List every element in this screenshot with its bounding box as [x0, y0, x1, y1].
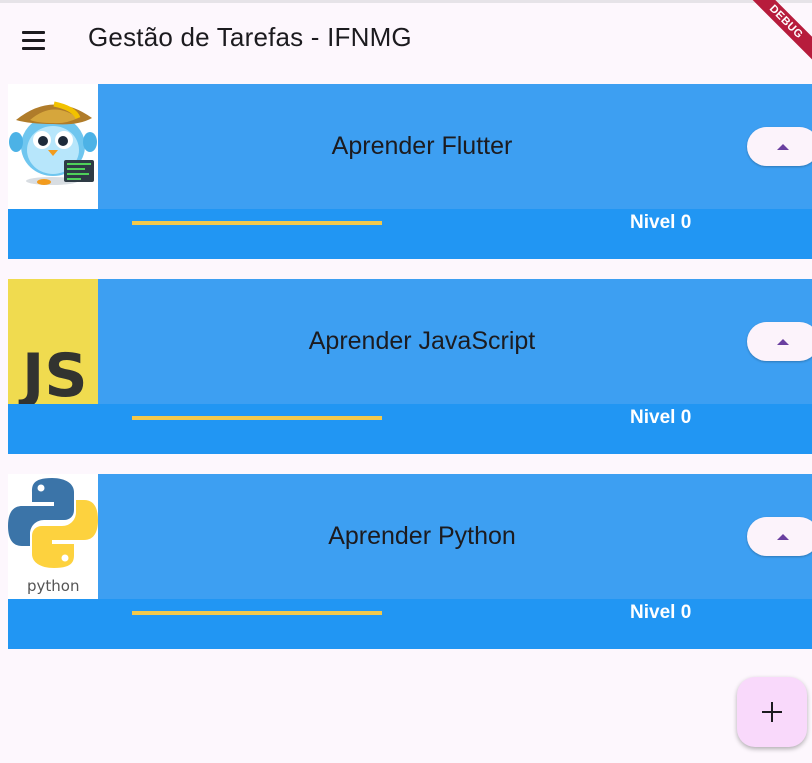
menu-icon[interactable] — [14, 21, 52, 59]
task-title: Aprender Flutter — [331, 132, 513, 160]
level-label: Nivel 0 — [630, 407, 692, 428]
task-card-javascript: JS Aprender JavaScript Nivel 0 — [8, 279, 812, 454]
arrow-up-icon — [777, 143, 789, 150]
level-up-button[interactable] — [747, 517, 812, 556]
python-logo-image: python — [8, 474, 98, 599]
card-footer: Nivel 0 — [8, 404, 812, 454]
progress-bar — [132, 611, 382, 615]
js-logo-text: JS — [18, 341, 88, 404]
card-footer: Nivel 0 — [8, 209, 812, 259]
flutter-dash-image — [8, 84, 98, 209]
level-label: Nivel 0 — [630, 602, 692, 623]
task-title: Aprender Python — [328, 522, 516, 550]
arrow-up-icon — [777, 338, 789, 345]
app-title: Gestão de Tarefas - IFNMG — [88, 22, 412, 52]
card-footer: Nivel 0 — [8, 599, 812, 649]
plus-icon — [762, 702, 782, 722]
progress-bar — [132, 416, 382, 420]
python-logo-text: python — [27, 577, 79, 595]
level-up-button[interactable] — [747, 322, 812, 361]
task-card-flutter: Aprender Flutter Nivel 0 — [8, 84, 812, 259]
add-task-button[interactable] — [737, 677, 807, 747]
level-label: Nivel 0 — [630, 212, 692, 233]
task-title: Aprender JavaScript — [308, 327, 536, 355]
javascript-logo-image: JS — [8, 279, 98, 404]
progress-bar — [132, 221, 382, 225]
app-bar: Gestão de Tarefas - IFNMG — [0, 3, 812, 75]
level-up-button[interactable] — [747, 127, 812, 166]
arrow-up-icon — [777, 533, 789, 540]
task-card-python: python Aprender Python Nivel 0 — [8, 474, 812, 649]
